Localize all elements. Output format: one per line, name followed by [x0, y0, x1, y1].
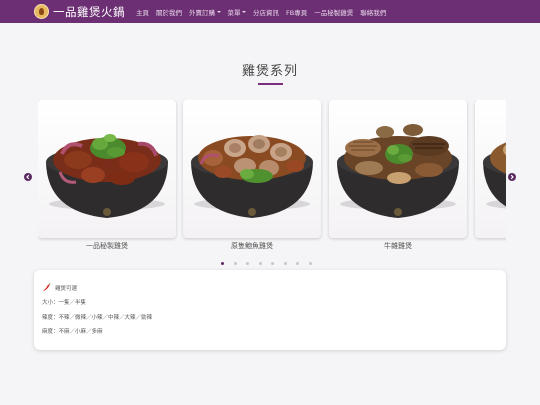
nav-menu-label: 菜單	[227, 8, 241, 17]
options-panel: 雞煲可選 大小：一隻／半隻 辣度：不辣／微辣／小辣／中辣／大辣／勁辣 麻度：不麻…	[34, 270, 506, 350]
product-image	[183, 100, 321, 238]
product-image	[475, 100, 506, 238]
carousel-dot[interactable]	[283, 262, 287, 265]
nav-menu-dropdown[interactable]: 菜單	[227, 7, 246, 17]
nav-home-label: 主頁	[136, 8, 149, 17]
nav-contact-label: 聯絡我們	[360, 8, 387, 17]
carousel-dot[interactable]	[271, 262, 274, 265]
carousel-dot[interactable]	[233, 262, 237, 265]
nav-takeaway[interactable]: 外賣訂購	[189, 7, 221, 17]
nav-about-label: 關於我們	[156, 8, 182, 17]
nav-home[interactable]: 主頁	[136, 7, 149, 17]
section-title: 雞煲系列	[241, 64, 298, 79]
product-name: 原隻鮑魚雞煲	[231, 242, 273, 250]
carousel-dot[interactable]	[296, 262, 299, 265]
spice-options: 辣度：不辣／微辣／小辣／中辣／大辣／勁辣	[42, 315, 153, 321]
chevron-left-icon	[26, 174, 30, 180]
nav-contact[interactable]: 聯絡我們	[360, 7, 386, 17]
product-image	[329, 100, 467, 238]
chevron-down-icon	[216, 10, 221, 13]
chef-logo-icon	[34, 4, 49, 19]
carousel-dot[interactable]	[246, 262, 249, 265]
carousel-next-button[interactable]	[508, 173, 516, 181]
carousel-card[interactable]: 牛雜雞煲	[329, 100, 467, 260]
nav-takeaway-label: 外賣訂購	[189, 8, 215, 17]
carousel-card[interactable]: 原隻鮑魚雞煲	[183, 100, 321, 260]
numbing-options: 麻度：不麻／小麻／多麻	[42, 329, 103, 335]
nav-about[interactable]: 關於我們	[156, 7, 182, 17]
nav-signature[interactable]: 一品秘製雞煲	[314, 7, 353, 17]
product-image	[38, 100, 176, 238]
carousel-card[interactable]	[475, 100, 506, 260]
size-options: 大小：一隻／半隻	[42, 300, 87, 306]
chili-pepper-icon	[43, 283, 51, 292]
carousel-card[interactable]: 一品秘製雞煲	[38, 100, 176, 260]
nav-branches[interactable]: 分店資訊	[253, 7, 279, 17]
product-name: 一品秘製雞煲	[86, 242, 128, 250]
carousel-dot[interactable]	[221, 262, 224, 265]
carousel-pagination	[221, 262, 321, 265]
nav-facebook-label: FB專頁	[286, 8, 308, 17]
chevron-right-icon	[510, 174, 514, 180]
product-carousel: 一品秘製雞煲 原隻鮑魚雞煲 牛雜雞煲	[38, 100, 506, 260]
nav-menu: 主頁 關於我們 外賣訂購 菜單 分店資訊 FB專頁 一品秘製雞煲 聯絡我們	[136, 7, 393, 17]
nav-facebook[interactable]: FB專頁	[286, 7, 307, 17]
carousel-dot[interactable]	[258, 262, 262, 265]
carousel-prev-button[interactable]	[24, 173, 32, 181]
nav-branches-label: 分店資訊	[253, 8, 279, 17]
product-name: 牛雜雞煲	[384, 242, 412, 250]
top-navbar: 一品雞煲火鍋 主頁 關於我們 外賣訂購 菜單 分店資訊 FB專頁 一品秘製雞煲 …	[0, 0, 540, 23]
brand-name: 一品雞煲火鍋	[53, 4, 125, 19]
chevron-down-icon	[242, 10, 246, 13]
options-heading: 雞煲可選	[55, 286, 78, 292]
carousel-dot[interactable]	[308, 262, 312, 265]
nav-signature-label: 一品秘製雞煲	[314, 8, 354, 17]
title-underline	[258, 83, 283, 85]
brand-link[interactable]: 一品雞煲火鍋	[34, 4, 125, 20]
